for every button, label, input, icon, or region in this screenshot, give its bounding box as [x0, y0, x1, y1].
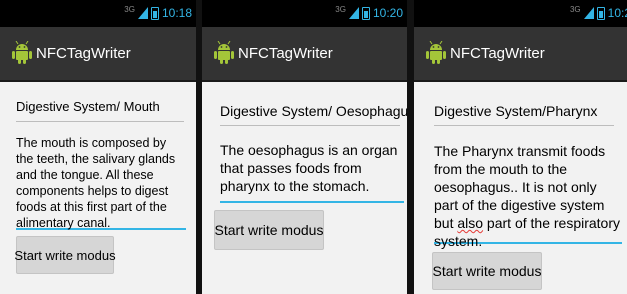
status-bar: 3G 10:18 — [0, 0, 196, 27]
action-bar: NFCTagWriter — [202, 27, 407, 82]
clock: 10:18 — [161, 6, 192, 20]
phone-screen-3: 3G 10:2 NFCTagWriter Digestive System/Ph… — [414, 0, 627, 294]
android-icon — [214, 41, 234, 64]
status-bar: 3G 10:2 — [414, 0, 627, 27]
start-write-button[interactable]: Start write modus — [214, 210, 324, 250]
app-title: NFCTagWriter — [238, 45, 333, 62]
phone-screen-1: 3G 10:18 NFCTagWriter Digestive System/ … — [0, 0, 196, 294]
action-bar: NFCTagWriter — [414, 27, 627, 82]
network-type: 3G — [124, 4, 135, 14]
start-write-button[interactable]: Start write modus — [14, 236, 116, 274]
signal-icon — [137, 7, 148, 19]
tag-title-input[interactable]: Digestive System/ Mouth — [16, 99, 184, 122]
tag-text-input[interactable]: The mouth is composed by the teeth, the … — [16, 135, 186, 230]
android-icon — [12, 41, 32, 64]
tag-title-input[interactable]: Digestive System/Pharynx — [434, 103, 614, 126]
phone-screen-2: 3G 10:20 NFCTagWriter Digestive System/ … — [202, 0, 407, 294]
start-write-button[interactable]: Start write modus — [432, 252, 542, 290]
android-icon — [426, 41, 446, 64]
misspelled-word: also — [457, 215, 484, 231]
app-title: NFCTagWriter — [450, 45, 545, 62]
tag-text-input[interactable]: The Pharynx transmit foods from the mout… — [434, 142, 622, 249]
screen-divider — [407, 0, 414, 294]
battery-icon — [596, 6, 605, 20]
battery-icon — [361, 6, 370, 20]
status-bar: 3G 10:20 — [202, 0, 407, 27]
clock: 10:2 — [607, 6, 627, 20]
action-bar: NFCTagWriter — [0, 27, 196, 82]
app-title: NFCTagWriter — [36, 45, 131, 62]
battery-icon — [150, 6, 159, 20]
clock: 10:20 — [372, 6, 403, 20]
tag-text-input[interactable]: The oesophagus is an organ that passes f… — [220, 141, 404, 203]
signal-icon — [348, 7, 359, 19]
signal-icon — [583, 7, 594, 19]
tag-title-input[interactable]: Digestive System/ Oesophagus — [220, 103, 407, 126]
network-type: 3G — [569, 4, 581, 14]
network-type: 3G — [335, 4, 346, 14]
